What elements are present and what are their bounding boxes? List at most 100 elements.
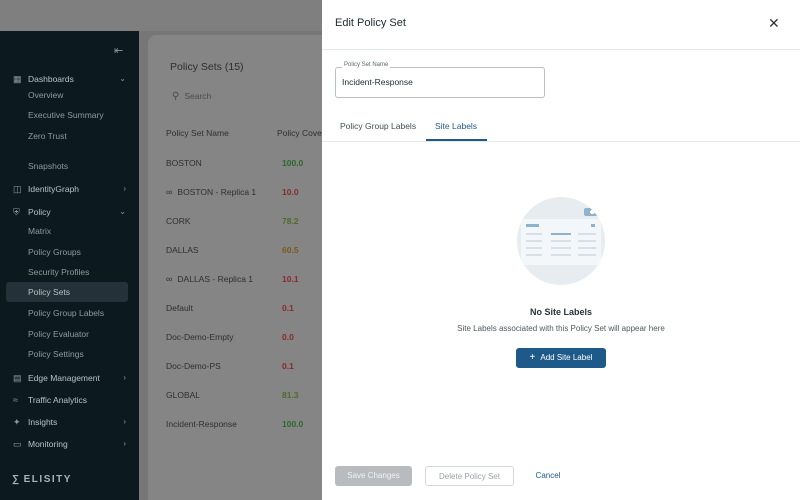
- analytics-icon: ≈: [13, 395, 18, 405]
- empty-state-illustration: [517, 197, 605, 285]
- row-name-text: Doc-Demo-PS: [166, 361, 221, 371]
- sidebar-item-policy-sets[interactable]: Policy Sets: [6, 282, 128, 302]
- tab-policy-group-labels[interactable]: Policy Group Labels: [340, 121, 416, 131]
- sidebar-item-executive-summary[interactable]: Executive Summary: [6, 105, 128, 125]
- search-placeholder: Search: [184, 91, 212, 101]
- sidebar-item-policy-settings[interactable]: Policy Settings: [6, 344, 128, 364]
- table-row-coverage: 0.1: [282, 361, 294, 371]
- sidebar-item-label: Monitoring: [28, 439, 68, 449]
- sidebar-item-label: Zero Trust: [28, 131, 67, 141]
- page-title: Policy Sets (15): [170, 61, 244, 73]
- close-icon[interactable]: ✕: [768, 15, 780, 31]
- column-header-coverage[interactable]: Policy Cove: [277, 128, 322, 138]
- chevron-right-icon: ›: [123, 184, 126, 193]
- row-name-text: BOSTON - Replica 1: [177, 187, 257, 197]
- chevron-right-icon: ›: [123, 439, 126, 448]
- sidebar-item-snapshots[interactable]: Snapshots: [6, 156, 128, 176]
- table-row-name[interactable]: GLOBAL: [166, 390, 200, 400]
- policy-set-name-input[interactable]: [342, 73, 534, 91]
- tab-site-labels[interactable]: Site Labels: [435, 121, 477, 131]
- header-divider: [322, 49, 800, 50]
- table-row-name[interactable]: BOSTON: [166, 158, 202, 168]
- table-row-coverage: 60.5: [282, 245, 299, 255]
- logo-text: ELISITY: [23, 474, 72, 485]
- empty-table-icon: [521, 208, 601, 265]
- sidebar-item-identitygraph[interactable]: ◫ IdentityGraph ›: [6, 179, 128, 199]
- table-row-coverage: 100.0: [282, 158, 304, 168]
- table-row-coverage: 78.2: [282, 216, 299, 226]
- sidebar-item-security-profiles[interactable]: Security Profiles: [6, 262, 128, 282]
- cancel-button[interactable]: Cancel: [527, 466, 569, 486]
- link-icon: ∞: [166, 274, 173, 284]
- chevron-right-icon: ›: [123, 373, 126, 382]
- table-row-name[interactable]: Doc-Demo-PS: [166, 361, 221, 371]
- elisity-logo: ∑ ELISITY: [12, 474, 72, 485]
- row-name-text: DALLAS: [166, 245, 199, 255]
- sidebar-item-label: Policy: [28, 207, 51, 217]
- tabs-divider: [322, 141, 800, 142]
- search-icon: ⚲: [172, 91, 180, 102]
- row-name-text: Incident-Response: [166, 419, 237, 429]
- row-name-text: Doc-Demo-Empty: [166, 332, 234, 342]
- sidebar-item-label: Matrix: [28, 226, 52, 236]
- sidebar: ⇤ ▦ Dashboards ⌄ Overview Executive Summ…: [0, 31, 139, 500]
- sidebar-item-policy-group-labels[interactable]: Policy Group Labels: [6, 303, 128, 323]
- row-name-text: GLOBAL: [166, 390, 201, 400]
- graph-icon: ◫: [13, 184, 22, 194]
- link-icon: ∞: [166, 187, 173, 197]
- table-row-name[interactable]: Default: [166, 303, 193, 313]
- sidebar-item-label: Security Profiles: [28, 267, 90, 277]
- sidebar-item-label: Overview: [28, 90, 64, 100]
- sidebar-item-label: Snapshots: [28, 161, 69, 171]
- sidebar-item-label: Edge Management: [28, 373, 100, 383]
- row-name-text: DALLAS - Replica 1: [177, 274, 254, 284]
- sidebar-item-label: Traffic Analytics: [28, 395, 88, 405]
- field-label: Policy Set Name: [342, 62, 391, 68]
- empty-state-subtitle: Site Labels associated with this Policy …: [457, 324, 665, 333]
- delete-policy-set-button[interactable]: Delete Policy Set: [425, 466, 514, 486]
- policy-sets-card: Policy Sets (15) ⚲ Search Policy Set Name…: [148, 35, 328, 500]
- sidebar-item-label: Policy Evaluator: [28, 329, 89, 339]
- table-row-name[interactable]: DALLAS: [166, 245, 199, 255]
- edit-policy-set-modal: Edit Policy Set ✕ Policy Set Name Policy…: [322, 0, 800, 500]
- sparkle-icon: ✦: [13, 417, 21, 427]
- sidebar-item-insights[interactable]: ✦ Insights ›: [6, 412, 128, 432]
- policy-set-name-field: Policy Set Name: [335, 62, 545, 98]
- table-row-name[interactable]: Incident-Response: [166, 419, 237, 429]
- chevron-right-icon: ›: [123, 417, 126, 426]
- table-row-name[interactable]: ∞ DALLAS - Replica 1: [166, 274, 253, 284]
- sidebar-item-label: Insights: [28, 417, 58, 427]
- add-site-label-button[interactable]: + Add Site Label: [516, 348, 606, 368]
- logo-mark-icon: ∑: [12, 474, 21, 485]
- sidebar-item-label: Executive Summary: [28, 110, 104, 120]
- sidebar-item-overview[interactable]: Overview: [6, 85, 128, 105]
- edge-icon: ▤: [13, 373, 22, 383]
- modal-title: Edit Policy Set: [335, 17, 406, 29]
- table-row-coverage: 100.0: [282, 419, 304, 429]
- column-header-name[interactable]: Policy Set Name: [166, 128, 229, 138]
- sidebar-item-zero-trust[interactable]: Zero Trust: [6, 126, 128, 146]
- sidebar-item-edge-management[interactable]: ▤ Edge Management ›: [6, 368, 128, 388]
- save-changes-button[interactable]: Save Changes: [335, 466, 412, 486]
- sidebar-item-policy[interactable]: ⛨ Policy ⌄: [6, 202, 128, 222]
- table-row-coverage: 0.1: [282, 303, 294, 313]
- row-name-text: BOSTON: [166, 158, 202, 168]
- shield-icon: ⛨: [13, 207, 20, 217]
- search-box[interactable]: ⚲ Search: [172, 91, 211, 102]
- collapse-sidebar-icon[interactable]: ⇤: [114, 44, 123, 57]
- table-row-name[interactable]: ∞ BOSTON - Replica 1: [166, 187, 256, 197]
- chevron-down-icon: ⌄: [119, 207, 126, 216]
- table-row-name[interactable]: Doc-Demo-Empty: [166, 332, 234, 342]
- sidebar-item-monitoring[interactable]: ▭ Monitoring ›: [6, 434, 128, 454]
- add-site-label-text: Add Site Label: [540, 353, 593, 362]
- monitor-icon: ▭: [13, 439, 22, 449]
- table-row-coverage: 10.0: [282, 187, 299, 197]
- sidebar-item-policy-groups[interactable]: Policy Groups: [6, 242, 128, 262]
- table-row-name[interactable]: CORK: [166, 216, 191, 226]
- sidebar-item-matrix[interactable]: Matrix: [6, 221, 128, 241]
- table-row-coverage: 0.0: [282, 332, 294, 342]
- sidebar-item-traffic-analytics[interactable]: ≈ Traffic Analytics: [6, 390, 128, 410]
- sidebar-item-policy-evaluator[interactable]: Policy Evaluator: [6, 324, 128, 344]
- sidebar-item-label: IdentityGraph: [28, 184, 80, 194]
- plus-icon: +: [529, 352, 536, 363]
